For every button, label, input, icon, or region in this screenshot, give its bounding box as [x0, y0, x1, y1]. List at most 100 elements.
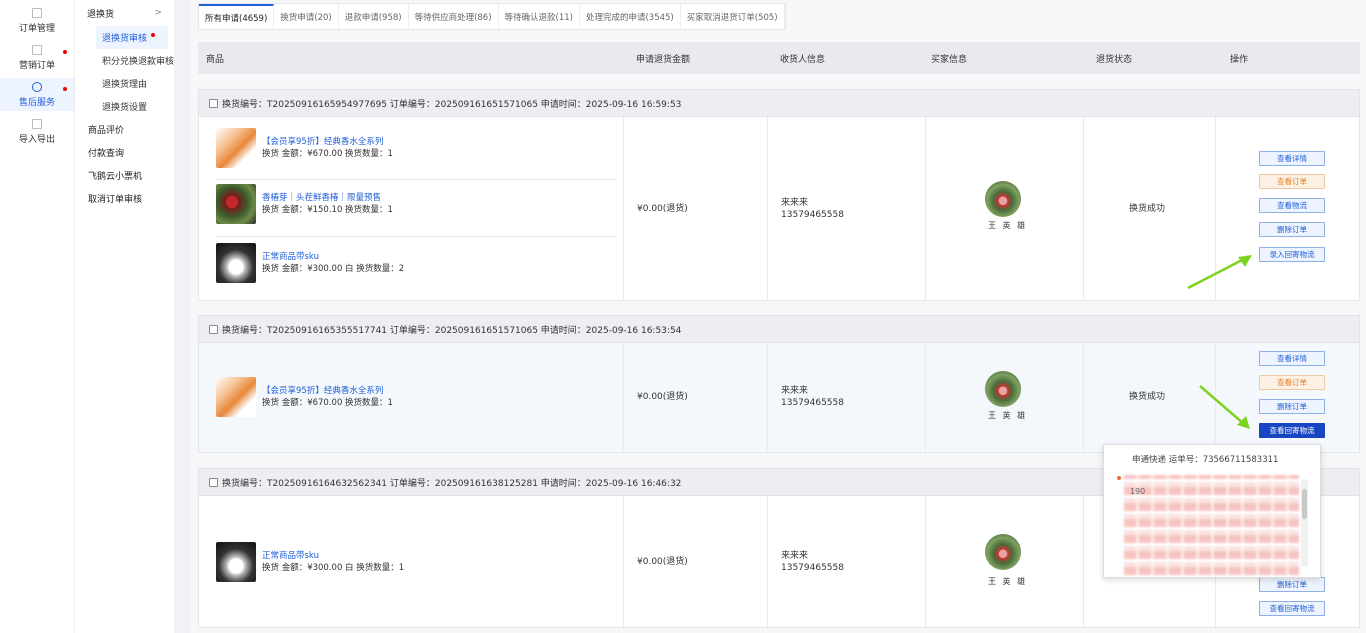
receiver-phone: 13579465558: [781, 398, 844, 408]
tab-exchange-requests[interactable]: 换货申请(20): [274, 4, 339, 29]
view-details-button[interactable]: 查看详情: [1259, 351, 1325, 366]
product-info: 换货 金额：¥670.00 换货数量：1: [262, 149, 393, 159]
rail-item-marketing-orders[interactable]: 营销订单: [0, 41, 74, 74]
sub-item-label: 退换货理由: [102, 80, 148, 90]
product-name-link[interactable]: 正常商品带sku: [262, 251, 404, 263]
order-header-text: 换货编号：T20250916165954977695 订单编号：20250916…: [222, 99, 682, 110]
chevron-right-icon: >: [154, 8, 162, 18]
column-header: 申请退货金额: [636, 54, 691, 65]
logistics-partial-text: 190: [1130, 487, 1146, 496]
tab-bar: 所有申请(4659) 换货申请(20) 退款申请(958) 等待供应商处理(86…: [198, 3, 786, 30]
notification-dot: [63, 50, 67, 54]
product-name-link[interactable]: 正常商品带sku: [262, 550, 404, 562]
receiver-name: 来来来: [781, 551, 809, 561]
view-details-button[interactable]: 查看详情: [1259, 151, 1325, 166]
redacted-logistics-content: [1124, 475, 1299, 575]
tab-completed[interactable]: 处理完成的申请(3545): [580, 4, 681, 29]
return-status: 换货成功: [1129, 204, 1166, 214]
order-checkbox[interactable]: [209, 98, 218, 108]
column-header: 买家信息: [931, 54, 968, 65]
product-info: 换货 金额：¥300.00 白 换货数量：1: [262, 563, 405, 573]
delete-order-button[interactable]: 删除订单: [1259, 577, 1325, 592]
product-item: 【会员享95折】经典香水全系列 换货 金额：¥670.00 换货数量：1: [216, 377, 616, 417]
order-header-text: 换货编号：T20250916164632562341 订单编号：20250916…: [222, 478, 682, 489]
column-header: 操作: [1230, 54, 1249, 65]
rail-item-order-management[interactable]: 订单管理: [0, 4, 74, 37]
sub-item-payment-query[interactable]: 付款查询: [75, 141, 174, 164]
notification-dot: [151, 33, 156, 37]
sub-item-label: 积分兑换退款审核: [102, 57, 174, 67]
left-rail: 订单管理 营销订单 售后服务 导入导出: [0, 0, 75, 633]
enter-return-logistics-button[interactable]: 录入回寄物流: [1259, 247, 1325, 262]
popover-scrollbar[interactable]: [1301, 479, 1308, 567]
rail-label: 营销订单: [18, 60, 55, 71]
sub-item-return-reasons[interactable]: 退换货理由: [75, 72, 174, 95]
rail-label: 订单管理: [18, 23, 55, 34]
product-thumbnail[interactable]: [216, 377, 256, 417]
rail-label: 导入导出: [18, 134, 55, 145]
receiver-phone: 13579465558: [781, 210, 844, 220]
product-item: 【会员享95折】经典香水全系列 换货 金额：¥670.00 换货数量：1: [216, 128, 616, 168]
buyer-name: 王 英 雄: [988, 577, 1028, 586]
sub-item-label: 退换货审核: [102, 34, 148, 44]
order-header: 换货编号：T20250916165954977695 订单编号：20250916…: [198, 89, 1360, 117]
view-order-button[interactable]: 查看订单: [1259, 375, 1325, 390]
rail-label: 售后服务: [18, 97, 55, 108]
order-row: 【会员享95折】经典香水全系列 换货 金额：¥670.00 换货数量：1 ¥0.0…: [198, 343, 1360, 453]
sub-item-points-refund-review[interactable]: 积分兑换退款审核: [75, 49, 174, 72]
product-item: 正常商品带sku 换货 金额：¥300.00 白 换货数量：2: [216, 243, 616, 283]
product-item: 香椿芽｜头茬鲜香椿｜限量预售 换货 金额：¥150.10 换货数量：1: [216, 184, 616, 224]
order-header: 换货编号：T20250916165355517741 订单编号：20250916…: [198, 315, 1360, 343]
product-thumbnail[interactable]: [216, 243, 256, 283]
sub-item-product-reviews[interactable]: 商品评价: [75, 118, 174, 141]
buyer-avatar: [985, 371, 1021, 407]
view-return-logistics-button[interactable]: 查看回寄物流: [1259, 601, 1325, 616]
logistics-popover: 申通快递 运单号：73566711583311 190: [1103, 444, 1321, 578]
order-checkbox[interactable]: [209, 477, 218, 487]
receiver-phone: 13579465558: [781, 563, 844, 573]
delete-order-button[interactable]: 删除订单: [1259, 399, 1325, 414]
tab-awaiting-refund-confirm[interactable]: 等待确认退款(11): [499, 4, 580, 29]
rail-item-import-export[interactable]: 导入导出: [0, 115, 74, 148]
marketing-icon: [32, 44, 42, 55]
delete-order-button[interactable]: 删除订单: [1259, 222, 1325, 237]
view-return-logistics-button[interactable]: 查看回寄物流: [1259, 423, 1325, 438]
sub-item-receipt-printer[interactable]: 飞鹅云小票机: [75, 164, 174, 187]
order-checkbox[interactable]: [209, 324, 218, 334]
notification-dot: [63, 87, 67, 91]
product-thumbnail[interactable]: [216, 184, 256, 224]
tab-all-requests[interactable]: 所有申请(4659): [199, 4, 275, 29]
sub-item-label: 付款查询: [88, 149, 125, 159]
refund-amount: ¥0.00(退货): [637, 557, 688, 567]
tab-buyer-cancelled[interactable]: 买家取消退货订单(505): [681, 4, 785, 29]
product-name-link[interactable]: 【会员享95折】经典香水全系列: [262, 136, 393, 148]
product-info: 换货 金额：¥300.00 白 换货数量：2: [262, 264, 405, 274]
rail-item-after-sales[interactable]: 售后服务: [0, 78, 74, 111]
refund-amount: ¥0.00(退货): [637, 204, 688, 214]
product-info: 换货 金额：¥670.00 换货数量：1: [262, 398, 393, 408]
product-info: 换货 金额：¥150.10 换货数量：1: [262, 205, 393, 215]
product-name-link[interactable]: 【会员享95折】经典香水全系列: [262, 385, 393, 397]
sub-sidebar: 退换货 > 退换货审核 积分兑换退款审核 退换货理由 退换货设置 商品评价 付款…: [75, 0, 175, 633]
sub-item-return-review[interactable]: 退换货审核: [96, 26, 168, 49]
sub-group-returns[interactable]: 退换货 >: [75, 0, 174, 26]
sub-item-label: 飞鹅云小票机: [88, 172, 143, 182]
annotation-arrow-icon: [1199, 385, 1250, 429]
buyer-avatar: [985, 181, 1021, 217]
buyer-name: 王 英 雄: [988, 221, 1028, 230]
product-item: 正常商品带sku 换货 金额：¥300.00 白 换货数量：1: [216, 542, 616, 582]
sub-item-return-settings[interactable]: 退换货设置: [75, 95, 174, 118]
column-header: 收货人信息: [780, 54, 826, 65]
sub-item-label: 退换货设置: [102, 103, 148, 113]
tab-refund-requests[interactable]: 退款申请(958): [339, 4, 409, 29]
product-thumbnail[interactable]: [216, 128, 256, 168]
product-thumbnail[interactable]: [216, 542, 256, 582]
tab-awaiting-supplier[interactable]: 等待供应商处理(86): [409, 4, 499, 29]
sub-item-cancel-order-review[interactable]: 取消订单审核: [75, 187, 174, 210]
view-order-button[interactable]: 查看订单: [1259, 174, 1325, 189]
view-logistics-button[interactable]: 查看物流: [1259, 198, 1325, 213]
logistics-tracking-title: 申通快递 运单号：73566711583311: [1132, 455, 1279, 465]
product-name-link[interactable]: 香椿芽｜头茬鲜香椿｜限量预售: [262, 192, 393, 204]
order-header-text: 换货编号：T20250916165355517741 订单编号：20250916…: [222, 325, 682, 336]
headset-icon: [32, 81, 42, 92]
